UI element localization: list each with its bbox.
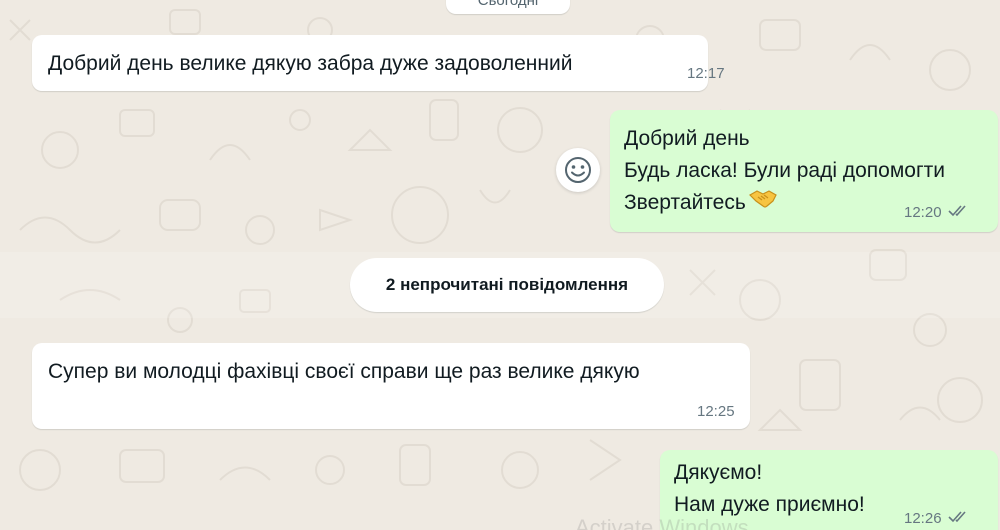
double-check-icon bbox=[947, 204, 972, 222]
double-check-icon bbox=[947, 510, 972, 528]
message-text: Супер ви молодці фахівці своєї справи ще… bbox=[48, 360, 640, 383]
message-outgoing[interactable]: Добрий день Будь ласка! Були раді допомо… bbox=[610, 110, 998, 232]
message-text-line: Добрий день bbox=[624, 127, 750, 150]
message-text-line-with-emoji: Звертайтесь bbox=[624, 186, 778, 220]
date-separator: Сьогодні bbox=[446, 0, 570, 14]
message-incoming[interactable]: Добрий день велике дякую забра дуже задо… bbox=[32, 35, 725, 91]
message-time: 12:25 bbox=[697, 403, 735, 420]
message-incoming[interactable]: Супер ви молодці фахівці своєї справи ще… bbox=[32, 343, 750, 429]
message-text-line: Дякуємо! bbox=[674, 461, 763, 484]
message-meta: 12:26 bbox=[904, 510, 972, 528]
handshake-emoji bbox=[748, 186, 778, 220]
message-text: Добрий день велике дякую забра дуже задо… bbox=[48, 52, 573, 75]
react-button[interactable] bbox=[556, 148, 600, 192]
message-time: 12:17 bbox=[687, 65, 725, 82]
activation-watermark: Activate Windows bbox=[575, 515, 749, 530]
unread-messages-divider: 2 непрочитані повідомлення bbox=[350, 258, 664, 312]
chat-pane[interactable]: Сьогодні Добрий день велике дякую забра … bbox=[0, 0, 1000, 530]
smiley-icon bbox=[565, 157, 591, 183]
message-text-line: Звертайтесь bbox=[624, 191, 746, 214]
message-text-line: Будь ласка! Були раді допомогти bbox=[624, 159, 945, 182]
message-meta: 12:20 bbox=[904, 204, 972, 222]
message-time: 12:26 bbox=[904, 510, 942, 527]
message-time: 12:20 bbox=[904, 204, 942, 221]
